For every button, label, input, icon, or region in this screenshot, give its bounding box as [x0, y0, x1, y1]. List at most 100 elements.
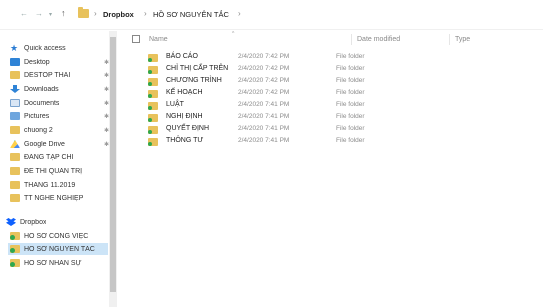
table-row[interactable]: CHƯƠNG TRÌNH 2/4/2020 7:42 PM File folde… [144, 76, 534, 87]
arrow-left-icon[interactable]: ← [20, 9, 28, 18]
nav-item-quick-access[interactable]: ★ Quick access [10, 42, 66, 54]
file-date: 2/4/2020 7:42 PM [238, 89, 290, 96]
column-header-date[interactable]: Date modified [357, 36, 400, 43]
nav-item-label: DESTOP THAI [24, 71, 71, 79]
table-row[interactable]: KẾ HOẠCH 2/4/2020 7:42 PM File folder [144, 88, 534, 99]
sort-caret-icon: ^ [232, 31, 235, 37]
nav-item-label: Downloads [24, 85, 59, 93]
file-name: CHỈ THỊ CẤP TRÊN [166, 65, 229, 72]
table-row[interactable]: THÔNG TƯ 2/4/2020 7:41 PM File folder [144, 136, 534, 147]
nav-item-dang-tap-chi[interactable]: ĐĂNG TẠP CHÍ [10, 151, 74, 163]
folder-icon [78, 7, 89, 18]
nav-item-ho-so-nguyen-tac[interactable]: HỒ SƠ NGUYÊN TẮC [8, 243, 108, 255]
column-divider[interactable] [351, 34, 352, 45]
nav-item-label: HỒ SƠ NGUYÊN TẮC [24, 245, 95, 253]
synced-folder-icon [148, 126, 158, 134]
synced-folder-icon [10, 245, 20, 253]
nav-item-de-thi-quan-tri[interactable]: ĐỀ THI QUẢN TRỊ [10, 165, 82, 177]
file-date: 2/4/2020 7:41 PM [238, 113, 290, 120]
nav-item-tt-nghe-nghiep[interactable]: TT NGHỀ NGHIỆP [10, 192, 83, 204]
nav-item-dropbox[interactable]: Dropbox [6, 216, 46, 228]
nav-item-label: chuong 2 [24, 126, 53, 134]
dropbox-icon [6, 218, 16, 226]
breadcrumb-separator: › [238, 9, 241, 18]
file-name: QUYẾT ĐỊNH [166, 125, 210, 132]
address-bar: ← → ▾ ↑ › Dropbox › HỒ SƠ NGUYÊN TẮC › [0, 0, 543, 30]
nav-pane-scrollbar[interactable] [109, 31, 117, 307]
file-list: ^ Name Date modified Type BÁO CÁO 2/4/20… [119, 31, 543, 307]
nav-item-destop-thai[interactable]: DESTOP THAI ✱ [10, 69, 109, 81]
nav-item-downloads[interactable]: Downloads ✱ [10, 83, 109, 95]
file-type: File folder [336, 113, 365, 120]
folder-icon [10, 71, 20, 79]
nav-item-documents[interactable]: Documents ✱ [10, 97, 109, 109]
table-row[interactable]: LUẬT 2/4/2020 7:41 PM File folder [144, 100, 534, 111]
breadcrumb-separator: › [144, 9, 147, 18]
file-type: File folder [336, 137, 365, 144]
folder-icon [10, 167, 20, 175]
arrow-right-icon[interactable]: → [35, 9, 43, 18]
nav-item-label: ĐĂNG TẠP CHÍ [24, 153, 74, 161]
nav-item-label: Dropbox [20, 218, 47, 226]
file-name: THÔNG TƯ [166, 137, 204, 144]
select-all-checkbox[interactable] [132, 35, 140, 43]
synced-folder-icon [148, 102, 158, 110]
table-row[interactable]: NGHỊ ĐỊNH 2/4/2020 7:41 PM File folder [144, 112, 534, 123]
file-date: 2/4/2020 7:41 PM [238, 137, 290, 144]
pictures-icon [10, 112, 20, 120]
synced-folder-icon [148, 114, 158, 122]
nav-item-label: TT NGHỀ NGHIỆP [24, 194, 84, 202]
chevron-down-icon[interactable]: ▾ [49, 11, 52, 18]
nav-item-label: HỒ SƠ NHÂN SỰ [24, 259, 82, 267]
star-icon: ★ [10, 43, 19, 53]
file-name: NGHỊ ĐỊNH [166, 113, 203, 120]
column-header-name[interactable]: Name [149, 36, 168, 43]
file-type: File folder [336, 77, 365, 84]
nav-item-label: Desktop [24, 58, 50, 66]
nav-item-chuong-2[interactable]: chuong 2 ✱ [10, 124, 109, 136]
nav-item-label: Pictures [24, 112, 50, 120]
file-name: KẾ HOẠCH [166, 89, 203, 96]
table-row[interactable]: CHỈ THỊ CẤP TRÊN 2/4/2020 7:42 PM File f… [144, 64, 534, 75]
folder-icon [10, 153, 20, 161]
scrollbar-thumb[interactable] [110, 37, 116, 292]
file-type: File folder [336, 89, 365, 96]
nav-item-label: Google Drive [24, 140, 65, 148]
column-divider[interactable] [449, 34, 450, 45]
file-date: 2/4/2020 7:41 PM [238, 101, 290, 108]
arrow-up-icon[interactable]: ↑ [61, 8, 66, 18]
breadcrumb-dropbox[interactable]: Dropbox [103, 10, 134, 19]
table-row[interactable]: QUYẾT ĐỊNH 2/4/2020 7:41 PM File folder [144, 124, 534, 135]
file-name: BÁO CÁO [166, 53, 198, 60]
synced-folder-icon [148, 138, 158, 146]
synced-folder-icon [10, 232, 20, 240]
desktop-icon [10, 58, 20, 66]
folder-icon [10, 126, 20, 134]
nav-item-label: HỒ SƠ CÔNG VIỆC [24, 232, 89, 240]
column-header-type[interactable]: Type [455, 36, 470, 43]
synced-folder-icon [148, 54, 158, 62]
folder-icon [10, 181, 20, 189]
nav-item-thang-11-2019[interactable]: THANG 11.2019 [10, 179, 75, 191]
nav-item-label: THANG 11.2019 [24, 181, 76, 189]
nav-item-pictures[interactable]: Pictures ✱ [10, 110, 109, 122]
synced-folder-icon [10, 259, 20, 267]
file-name: CHƯƠNG TRÌNH [166, 77, 222, 84]
file-type: File folder [336, 125, 365, 132]
nav-item-ho-so-nhan-su[interactable]: HỒ SƠ NHÂN SỰ [10, 257, 82, 269]
breadcrumb-current-folder[interactable]: HỒ SƠ NGUYÊN TẮC [153, 10, 229, 19]
table-row[interactable]: BÁO CÁO 2/4/2020 7:42 PM File folder [144, 52, 534, 63]
nav-item-ho-so-cong-viec[interactable]: HỒ SƠ CÔNG VIỆC [10, 230, 88, 242]
folder-icon [10, 194, 20, 202]
synced-folder-icon [148, 90, 158, 98]
nav-item-google-drive[interactable]: Google Drive ✱ [10, 138, 109, 150]
nav-item-desktop[interactable]: Desktop ✱ [10, 56, 109, 68]
file-date: 2/4/2020 7:41 PM [238, 125, 290, 132]
breadcrumb-separator: › [94, 9, 97, 18]
nav-item-label: ĐỀ THI QUẢN TRỊ [24, 167, 83, 175]
file-date: 2/4/2020 7:42 PM [238, 77, 290, 84]
file-type: File folder [336, 53, 365, 60]
documents-icon [10, 99, 20, 107]
file-type: File folder [336, 101, 365, 108]
file-type: File folder [336, 65, 365, 72]
